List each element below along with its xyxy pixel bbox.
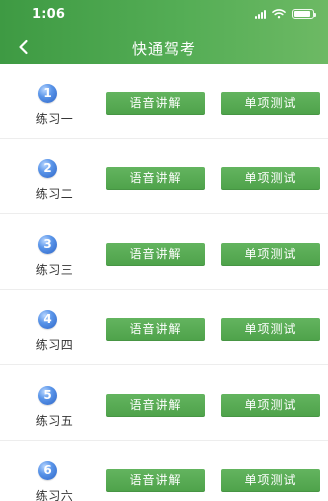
top-bar: 1:06 快通驾考 — [0, 0, 328, 64]
status-icons — [255, 9, 316, 19]
wifi-icon — [272, 9, 286, 19]
number-badge-icon: 2 — [38, 159, 57, 178]
single-test-button[interactable]: 单项测试 — [221, 243, 320, 266]
list-item: 1 练习一 语音讲解 单项测试 — [0, 64, 328, 139]
app-screen: 1:06 快通驾考 1 练习一 语音讲解 单项测试 2 练习二 语音讲解 单项测… — [0, 0, 328, 501]
practice-label-group: 4 练习四 — [14, 290, 80, 365]
signal-icon — [255, 9, 266, 19]
voice-explanation-button[interactable]: 语音讲解 — [106, 167, 205, 190]
practice-list: 1 练习一 语音讲解 单项测试 2 练习二 语音讲解 单项测试 3 练习三 语音… — [0, 64, 328, 501]
list-item: 5 练习五 语音讲解 单项测试 — [0, 366, 328, 441]
practice-label-group: 3 练习三 — [14, 215, 80, 290]
practice-label-group: 6 练习六 — [14, 441, 80, 501]
single-test-button[interactable]: 单项测试 — [221, 469, 320, 492]
single-test-button[interactable]: 单项测试 — [221, 167, 320, 190]
practice-label: 练习六 — [35, 489, 74, 501]
number-badge-icon: 3 — [38, 235, 57, 254]
single-test-button[interactable]: 单项测试 — [221, 92, 320, 115]
practice-label: 练习三 — [35, 263, 74, 277]
practice-label-group: 2 练习二 — [14, 139, 80, 214]
practice-label-group: 1 练习一 — [14, 64, 80, 139]
battery-icon — [292, 9, 316, 19]
list-item: 2 练习二 语音讲解 单项测试 — [0, 139, 328, 214]
page-title: 快通驾考 — [131, 40, 196, 58]
practice-label: 练习二 — [35, 187, 74, 201]
practice-label: 练习一 — [35, 112, 74, 126]
list-item: 4 练习四 语音讲解 单项测试 — [0, 290, 328, 365]
practice-label: 练习四 — [35, 338, 74, 352]
voice-explanation-button[interactable]: 语音讲解 — [106, 469, 205, 492]
practice-label-group: 5 练习五 — [14, 366, 80, 441]
voice-explanation-button[interactable]: 语音讲解 — [106, 394, 205, 417]
number-badge-icon: 1 — [38, 84, 57, 103]
voice-explanation-button[interactable]: 语音讲解 — [106, 243, 205, 266]
status-bar: 1:06 — [0, 0, 328, 30]
number-badge-icon: 6 — [38, 461, 57, 480]
voice-explanation-button[interactable]: 语音讲解 — [106, 92, 205, 115]
navigation-bar: 快通驾考 — [0, 30, 328, 64]
number-badge-icon: 4 — [38, 310, 57, 329]
number-badge-icon: 5 — [38, 386, 57, 405]
status-time: 1:06 — [32, 7, 66, 22]
list-item: 3 练习三 语音讲解 单项测试 — [0, 215, 328, 290]
single-test-button[interactable]: 单项测试 — [221, 394, 320, 417]
voice-explanation-button[interactable]: 语音讲解 — [106, 318, 205, 341]
practice-label: 练习五 — [35, 414, 74, 428]
list-item: 6 练习六 语音讲解 单项测试 — [0, 441, 328, 501]
single-test-button[interactable]: 单项测试 — [221, 318, 320, 341]
